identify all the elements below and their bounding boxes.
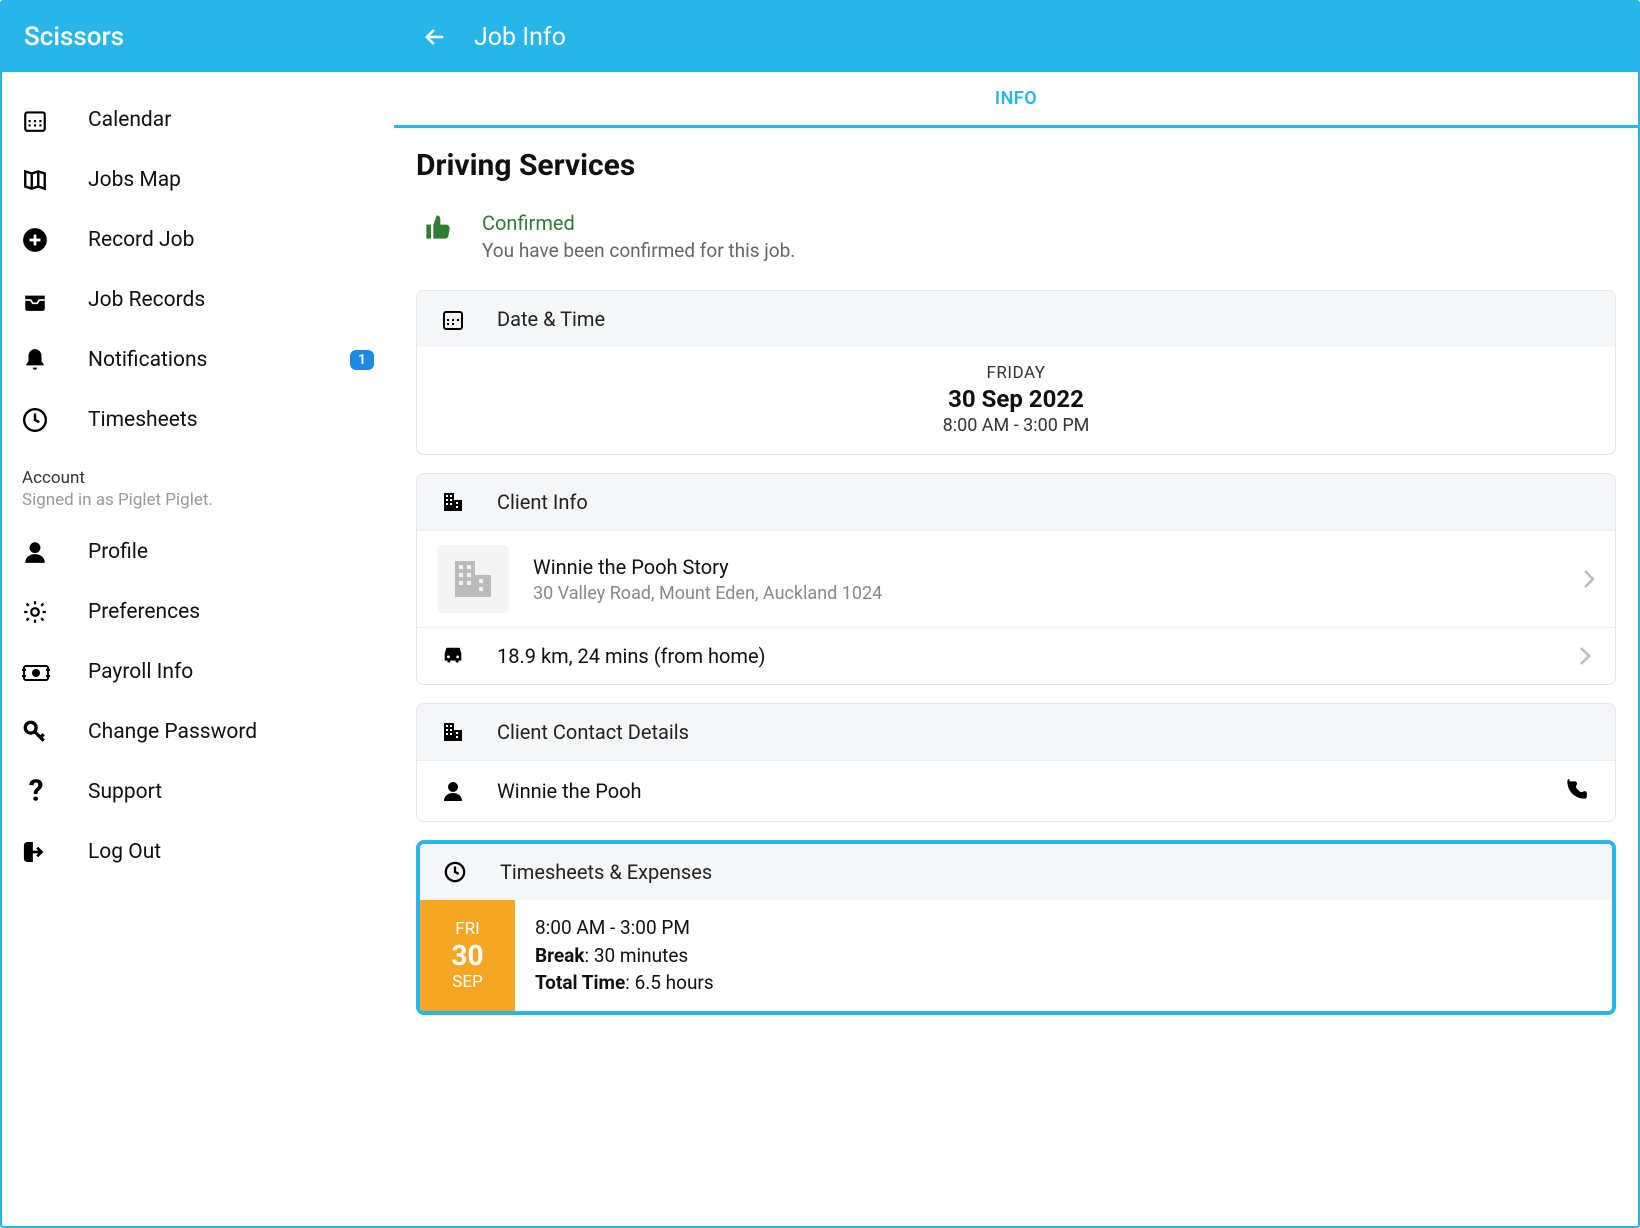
client-row[interactable]: Winnie the Pooh Story 30 Valley Road, Mo… — [417, 530, 1615, 627]
notifications-badge: 1 — [350, 350, 374, 370]
building-icon — [441, 490, 465, 514]
tab-bar: INFO — [394, 72, 1638, 128]
sidebar-item-label: Log Out — [88, 840, 374, 864]
sidebar-item-label: Support — [88, 780, 374, 804]
sidebar-item-jobs-map[interactable]: Jobs Map — [2, 150, 394, 210]
sidebar-item-timesheets[interactable]: Timesheets — [2, 390, 394, 450]
key-icon — [22, 719, 88, 745]
sidebar-item-calendar[interactable]: Calendar — [2, 90, 394, 150]
timesheet-time: 8:00 AM - 3:00 PM — [535, 914, 714, 942]
phone-icon[interactable] — [1563, 777, 1591, 805]
chevron-right-icon — [1579, 646, 1591, 666]
person-icon — [22, 539, 88, 565]
thumbs-up-icon — [424, 213, 454, 243]
timesheet-break: Break: 30 minutes — [535, 942, 714, 970]
card-title: Timesheets & Expenses — [500, 860, 712, 884]
card-contact: Client Contact Details Winnie the Pooh — [416, 703, 1616, 822]
sidebar-item-change-password[interactable]: Change Password — [2, 702, 394, 762]
date-box-number: 30 — [420, 939, 515, 972]
sidebar-item-label: Jobs Map — [88, 168, 374, 192]
car-icon — [441, 645, 465, 667]
sidebar-item-label: Job Records — [88, 288, 374, 312]
sidebar-item-label: Profile — [88, 540, 374, 564]
timesheet-date-box: FRI 30 SEP — [420, 900, 515, 1011]
calendar-icon — [22, 107, 88, 133]
gear-icon — [22, 599, 88, 625]
sidebar-item-label: Timesheets — [88, 408, 374, 432]
app-name: Scissors — [2, 22, 394, 52]
timesheet-total: Total Time: 6.5 hours — [535, 969, 714, 997]
client-thumb — [437, 545, 509, 613]
client-name: Winnie the Pooh Story — [533, 555, 1559, 579]
page-title: Job Info — [474, 23, 566, 52]
sidebar-item-label: Notifications — [88, 348, 350, 372]
sidebar-item-notifications[interactable]: Notifications 1 — [2, 330, 394, 390]
calendar-icon — [441, 307, 465, 331]
contact-name: Winnie the Pooh — [497, 779, 1531, 803]
arrow-left-icon — [421, 23, 449, 51]
chevron-right-icon — [1583, 569, 1595, 589]
status-row: Confirmed You have been confirmed for th… — [416, 211, 1616, 262]
datetime-time: 8:00 AM - 3:00 PM — [417, 415, 1615, 436]
card-datetime: Date & Time FRIDAY 30 Sep 2022 8:00 AM -… — [416, 290, 1616, 455]
status-subtitle: You have been confirmed for this job. — [482, 239, 795, 262]
account-section-label: Account — [2, 460, 394, 490]
account-signed-in: Signed in as Piglet Piglet. — [2, 490, 394, 522]
map-icon — [22, 167, 88, 193]
tab-info[interactable]: INFO — [394, 72, 1638, 125]
top-bar: Scissors Job Info — [2, 2, 1638, 72]
sidebar-item-job-records[interactable]: Job Records — [2, 270, 394, 330]
sidebar: Calendar Jobs Map Record Job — [2, 72, 394, 1226]
clock-icon — [444, 860, 468, 884]
sidebar-item-label: Record Job — [88, 228, 374, 252]
plus-circle-icon — [22, 227, 88, 253]
sidebar-item-logout[interactable]: Log Out — [2, 822, 394, 882]
back-button[interactable] — [420, 22, 450, 52]
clock-icon — [22, 407, 88, 433]
sidebar-item-record-job[interactable]: Record Job — [2, 210, 394, 270]
sidebar-item-label: Calendar — [88, 108, 374, 132]
card-timesheets[interactable]: Timesheets & Expenses FRI 30 SEP 8:00 AM… — [416, 840, 1616, 1015]
sidebar-item-label: Payroll Info — [88, 660, 374, 684]
status-title: Confirmed — [482, 211, 795, 235]
card-title: Date & Time — [497, 307, 605, 331]
job-title: Driving Services — [416, 148, 1616, 183]
distance-text: 18.9 km, 24 mins (from home) — [497, 644, 1547, 668]
distance-row[interactable]: 18.9 km, 24 mins (from home) — [417, 627, 1615, 684]
bell-icon — [22, 347, 88, 373]
question-icon: ? — [22, 777, 88, 807]
person-icon — [441, 779, 465, 803]
building-icon — [441, 720, 465, 744]
sidebar-item-profile[interactable]: Profile — [2, 522, 394, 582]
sidebar-item-support[interactable]: ? Support — [2, 762, 394, 822]
card-title: Client Info — [497, 490, 588, 514]
sidebar-item-preferences[interactable]: Preferences — [2, 582, 394, 642]
card-title: Client Contact Details — [497, 720, 689, 744]
logout-icon — [22, 839, 88, 865]
money-icon — [22, 659, 88, 685]
contact-row: Winnie the Pooh — [417, 760, 1615, 821]
card-client-info: Client Info Winnie the Pooh Story 30 Val… — [416, 473, 1616, 685]
date-box-month: SEP — [420, 972, 515, 992]
datetime-date: 30 Sep 2022 — [417, 385, 1615, 413]
date-box-day: FRI — [420, 919, 515, 939]
sidebar-item-payroll[interactable]: Payroll Info — [2, 642, 394, 702]
datetime-day: FRIDAY — [417, 363, 1615, 383]
sidebar-item-label: Change Password — [88, 720, 374, 744]
sidebar-item-label: Preferences — [88, 600, 374, 624]
svg-text:?: ? — [29, 777, 44, 807]
client-address: 30 Valley Road, Mount Eden, Auckland 102… — [533, 583, 1559, 604]
inbox-icon — [22, 287, 88, 313]
